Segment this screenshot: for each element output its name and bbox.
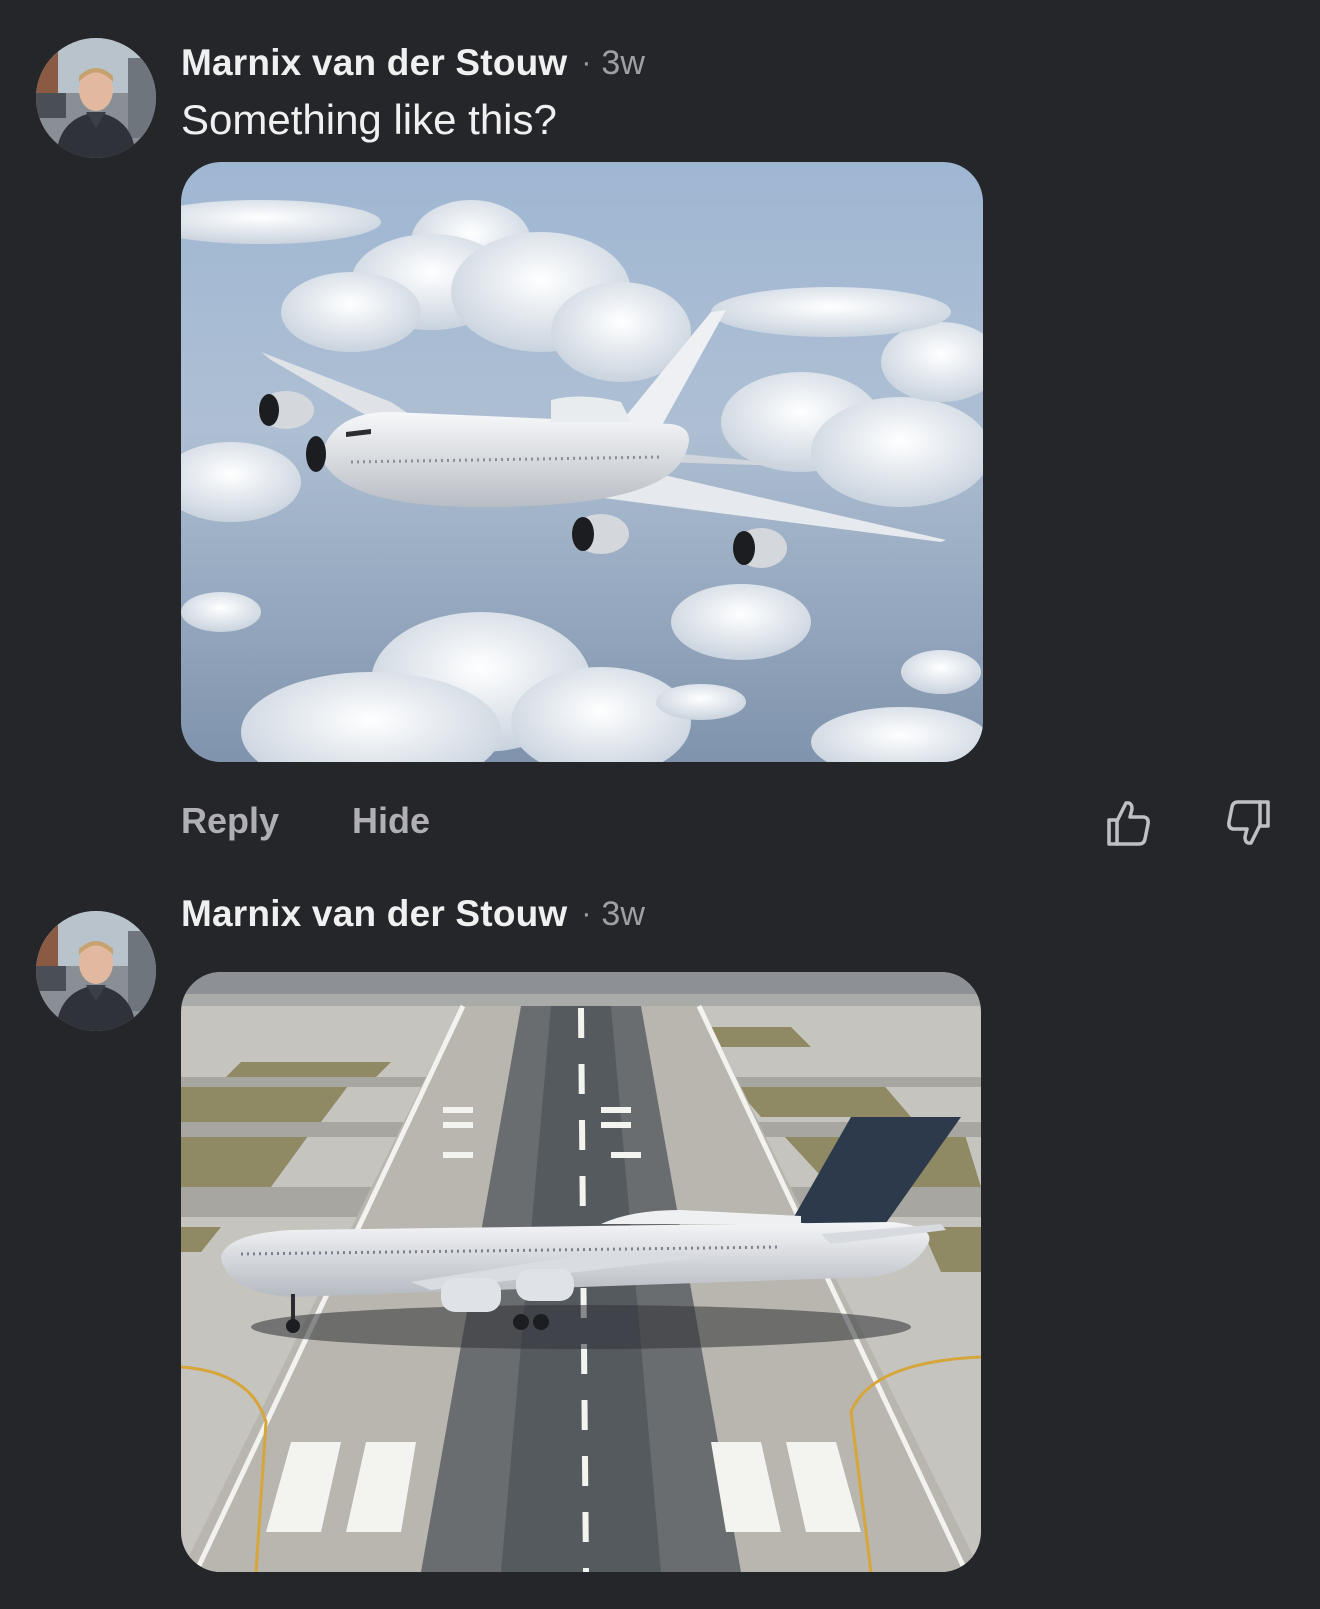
separator-dot: · [581,897,592,930]
avatar-photo [36,911,156,1031]
thumbs-down-icon [1227,800,1270,845]
airliner-on-runway-image [181,972,981,1572]
comment-thread: Marnix van der Stouw · 3w Something like… [0,0,1320,1609]
author-name[interactable]: Marnix van der Stouw [181,42,567,84]
like-button[interactable] [1103,798,1153,848]
hide-button[interactable]: Hide [352,796,430,846]
comment-image[interactable] [181,162,983,762]
comment-text: Something like this? [181,96,557,143]
avatar[interactable] [36,38,156,158]
comment-header: Marnix van der Stouw · 3w [181,889,645,939]
dislike-button[interactable] [1224,798,1274,848]
comment-actions: Reply Hide [181,796,1271,846]
separator-dot: · [581,46,592,79]
avatar[interactable] [36,911,156,1031]
reply-button[interactable]: Reply [181,796,279,846]
thumbs-up-icon [1107,801,1150,846]
timestamp[interactable]: 3w [601,895,644,934]
comment-header: Marnix van der Stouw · 3w [181,38,645,88]
author-name[interactable]: Marnix van der Stouw [181,893,567,935]
comment-image[interactable] [181,972,981,1572]
avatar-photo [36,38,156,158]
timestamp[interactable]: 3w [601,44,644,83]
airliner-above-clouds-image [181,162,983,762]
